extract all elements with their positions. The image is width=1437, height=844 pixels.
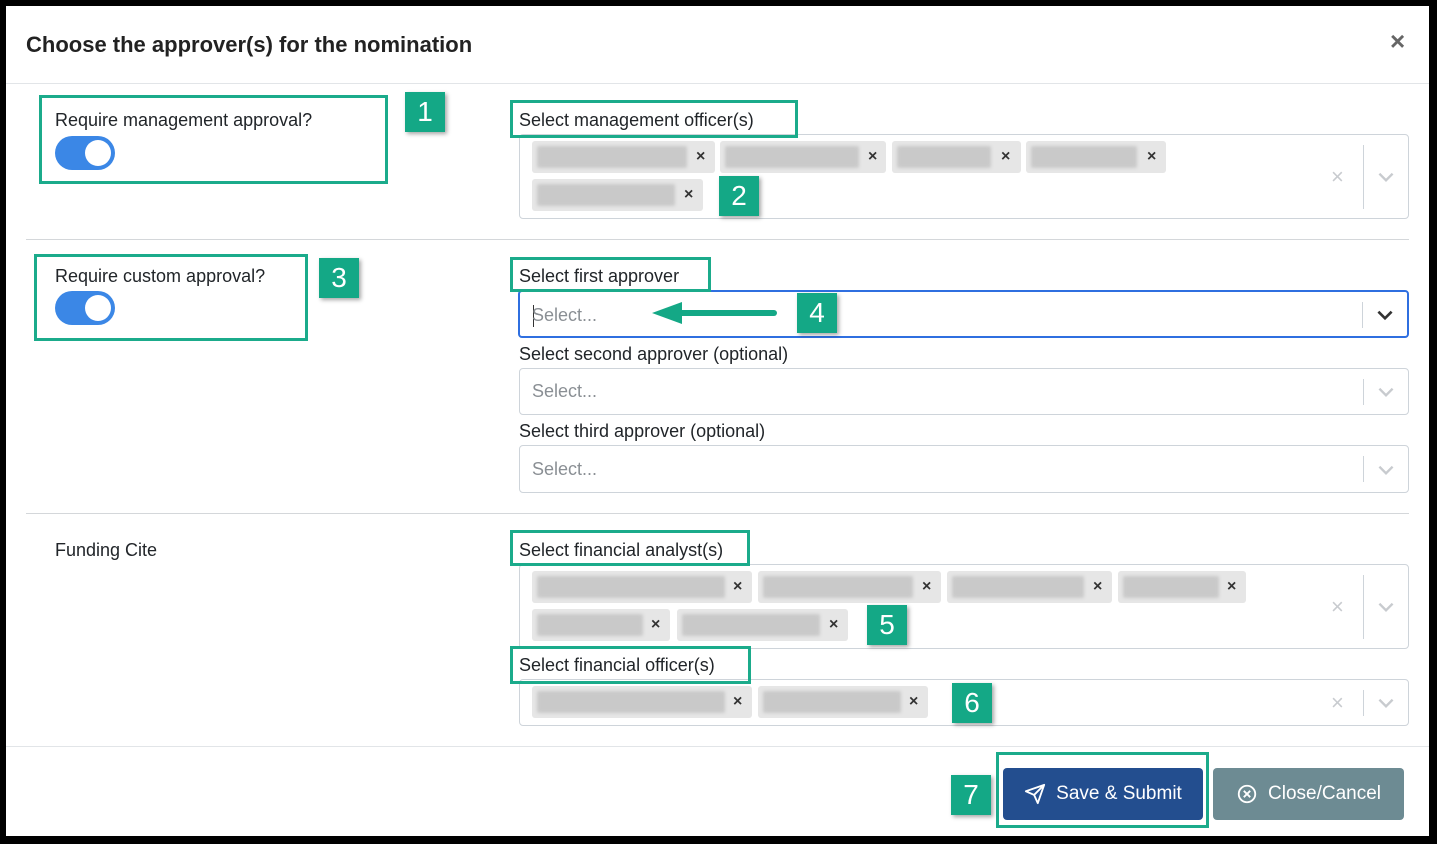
second-approver-select[interactable]: Select... xyxy=(519,368,1409,415)
callout-highlight-2 xyxy=(510,100,798,138)
chip-remove-icon[interactable]: × xyxy=(1001,147,1010,167)
chip-remove-icon[interactable]: × xyxy=(733,577,742,597)
callout-number-5: 5 xyxy=(867,605,907,645)
third-approver-placeholder: Select... xyxy=(532,459,598,479)
chip-remove-icon[interactable]: × xyxy=(1147,147,1156,167)
section-divider xyxy=(26,513,1409,514)
callout-highlight-4 xyxy=(510,257,711,292)
arrow-left-icon xyxy=(652,302,777,324)
clear-icon[interactable]: × xyxy=(1331,166,1344,188)
financial-analyst-select[interactable]: × × × × × × × xyxy=(519,564,1409,649)
circle-x-icon xyxy=(1237,784,1257,804)
first-approver-placeholder: Select... xyxy=(532,305,598,325)
callout-highlight-3 xyxy=(34,254,308,341)
selected-chip: × xyxy=(1118,571,1246,603)
chip-remove-icon[interactable]: × xyxy=(651,615,660,635)
chevron-down-icon[interactable] xyxy=(1375,166,1397,188)
callout-number-7: 7 xyxy=(951,775,991,815)
callout-highlight-6 xyxy=(510,646,751,684)
selected-chip: × xyxy=(532,141,715,173)
section-divider xyxy=(26,239,1409,240)
callout-number-3: 3 xyxy=(319,258,359,298)
third-approver-select[interactable]: Select... xyxy=(519,445,1409,493)
chip-remove-icon[interactable]: × xyxy=(829,615,838,635)
selected-chip: × xyxy=(720,141,886,173)
modal-title: Choose the approver(s) for the nominatio… xyxy=(26,32,473,57)
funding-cite-label: Funding Cite xyxy=(55,540,158,560)
chip-remove-icon[interactable]: × xyxy=(909,692,918,712)
callout-highlight-5 xyxy=(510,530,750,566)
selected-chip: × xyxy=(532,179,703,211)
chevron-down-icon[interactable] xyxy=(1375,692,1397,714)
selected-chip: × xyxy=(532,686,752,718)
chip-remove-icon[interactable]: × xyxy=(922,577,931,597)
third-approver-label: Select third approver (optional) xyxy=(519,421,766,441)
chip-remove-icon[interactable]: × xyxy=(684,185,693,205)
second-approver-label: Select second approver (optional) xyxy=(519,344,789,364)
selected-chip: × xyxy=(758,686,928,718)
chevron-down-icon[interactable] xyxy=(1375,596,1397,618)
chip-remove-icon[interactable]: × xyxy=(1093,577,1102,597)
close-cancel-button[interactable]: Close/Cancel xyxy=(1213,768,1404,820)
close-cancel-label: Close/Cancel xyxy=(1268,783,1381,804)
callout-number-6: 6 xyxy=(952,683,992,723)
callout-number-4: 4 xyxy=(797,293,837,333)
selected-chip: × xyxy=(947,571,1112,603)
clear-icon[interactable]: × xyxy=(1331,596,1344,618)
second-approver-placeholder: Select... xyxy=(532,381,598,401)
close-icon[interactable]: × xyxy=(1390,26,1405,56)
callout-number-2: 2 xyxy=(719,176,759,216)
modal-footer: Save & Submit Close/Cancel xyxy=(6,746,1429,837)
selected-chip: × xyxy=(1026,141,1166,173)
callout-highlight-7 xyxy=(996,752,1209,828)
chip-remove-icon[interactable]: × xyxy=(696,147,705,167)
chevron-down-icon[interactable] xyxy=(1374,304,1396,326)
selected-chip: × xyxy=(677,609,848,641)
chip-remove-icon[interactable]: × xyxy=(733,692,742,712)
selected-chip: × xyxy=(532,571,752,603)
modal-header: Choose the approver(s) for the nominatio… xyxy=(6,6,1429,84)
chip-remove-icon[interactable]: × xyxy=(1227,577,1236,597)
clear-icon[interactable]: × xyxy=(1331,692,1344,714)
selected-chip: × xyxy=(532,609,670,641)
selected-chip: × xyxy=(892,141,1021,173)
callout-highlight-1 xyxy=(39,95,388,184)
callout-number-1: 1 xyxy=(405,92,445,132)
selected-chip: × xyxy=(758,571,941,603)
chip-remove-icon[interactable]: × xyxy=(868,147,877,167)
management-officer-select[interactable]: × × × × × × xyxy=(519,134,1409,219)
chevron-down-icon[interactable] xyxy=(1375,381,1397,403)
chevron-down-icon[interactable] xyxy=(1375,459,1397,481)
